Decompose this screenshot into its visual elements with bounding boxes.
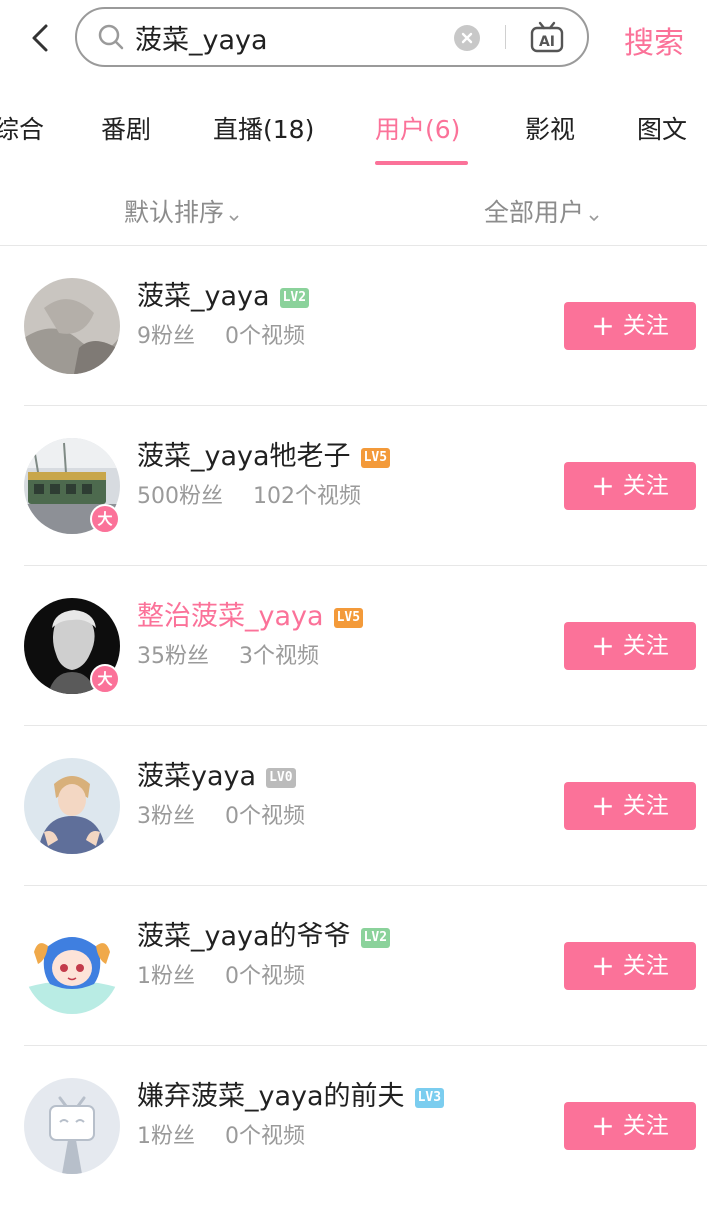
plus-icon: + (591, 469, 615, 502)
follow-label: 关注 (622, 953, 669, 979)
user-type-label: 全部用户 (484, 198, 585, 227)
avatar[interactable] (24, 1078, 120, 1174)
verified-badge: 大 (90, 664, 120, 694)
clear-icon[interactable] (454, 25, 480, 51)
list-item[interactable]: 菠菜yaya LV0 3粉丝 0个视频 + 关注 (0, 726, 707, 886)
user-stats: 500粉丝 102个视频 (137, 478, 361, 510)
fans-count: 500粉丝 (137, 484, 223, 509)
ai-label: AI (539, 34, 555, 50)
tab-all[interactable]: 综合 (0, 110, 44, 146)
follow-label: 关注 (622, 473, 669, 499)
follow-button[interactable]: + 关注 (564, 782, 696, 830)
user-name[interactable]: 菠菜yaya LV0 (137, 754, 296, 793)
video-count: 102个视频 (253, 484, 361, 509)
search-field[interactable]: AI (75, 7, 589, 67)
user-name-text: 整治菠菜_yaya (137, 601, 324, 632)
fans-count: 9粉丝 (137, 324, 195, 349)
chevron-down-icon (228, 200, 240, 229)
follow-button[interactable]: + 关注 (564, 1102, 696, 1150)
user-name-text: 菠菜yaya (137, 761, 257, 792)
follow-label: 关注 (622, 1113, 669, 1139)
avatar[interactable] (24, 278, 120, 374)
video-count: 3个视频 (239, 644, 319, 669)
fans-count: 1粉丝 (137, 964, 195, 989)
user-stats: 1粉丝 0个视频 (137, 958, 305, 990)
search-icon (97, 23, 125, 55)
fans-count: 3粉丝 (137, 804, 195, 829)
filter-bar: 默认排序 全部用户 (0, 185, 707, 245)
video-count: 0个视频 (225, 804, 305, 829)
fans-count: 1粉丝 (137, 1124, 195, 1149)
user-name-text: 菠菜_yaya (137, 281, 270, 312)
back-icon[interactable] (26, 18, 58, 58)
user-list: 菠菜_yaya LV2 9粉丝 0个视频 + 关注 大 菠菜_yaya牠老子 LV5 5… (0, 246, 707, 1206)
level-badge: LV2 (360, 927, 391, 948)
result-tabs: 综合 番剧 直播(18) 用户(6) 影视 图文 (0, 92, 707, 165)
follow-button[interactable]: + 关注 (564, 942, 696, 990)
search-button[interactable]: 搜索 (624, 18, 684, 62)
chevron-down-icon (588, 200, 600, 229)
list-item[interactable]: 菠菜_yaya的爷爷 LV2 1粉丝 0个视频 + 关注 (0, 886, 707, 1046)
active-tab-indicator (375, 161, 468, 165)
tab-article[interactable]: 图文 (637, 110, 687, 146)
user-name[interactable]: 菠菜_yaya的爷爷 LV2 (137, 914, 391, 953)
user-name[interactable]: 嫌弃菠菜_yaya的前夫 LV3 (137, 1074, 445, 1113)
fans-count: 35粉丝 (137, 644, 209, 669)
user-type-dropdown[interactable]: 全部用户 (484, 193, 600, 229)
user-name[interactable]: 菠菜_yaya LV2 (137, 274, 310, 313)
list-item[interactable]: 嫌弃菠菜_yaya的前夫 LV3 1粉丝 0个视频 + 关注 (0, 1046, 707, 1206)
search-input[interactable] (135, 17, 465, 57)
verified-badge: 大 (90, 504, 120, 534)
avatar[interactable] (24, 918, 120, 1014)
avatar[interactable] (24, 758, 120, 854)
user-stats: 35粉丝 3个视频 (137, 638, 319, 670)
user-name-text: 菠菜_yaya的爷爷 (137, 921, 351, 952)
list-item[interactable]: 大 整治菠菜_yaya LV5 35粉丝 3个视频 + 关注 (0, 566, 707, 726)
ai-search-button[interactable]: AI (529, 19, 565, 59)
tab-film[interactable]: 影视 (525, 110, 575, 146)
tab-live[interactable]: 直播(18) (213, 110, 314, 146)
tab-bangumi[interactable]: 番剧 (101, 110, 151, 146)
tab-users[interactable]: 用户(6) (375, 110, 460, 146)
video-count: 0个视频 (225, 1124, 305, 1149)
search-bar: AI 搜索 (0, 0, 707, 80)
user-name-text: 菠菜_yaya牠老子 (137, 441, 351, 472)
sort-label: 默认排序 (124, 198, 225, 227)
follow-label: 关注 (622, 793, 669, 819)
level-badge: LV5 (360, 447, 391, 468)
plus-icon: + (591, 629, 615, 662)
plus-icon: + (591, 949, 615, 982)
user-name-text: 嫌弃菠菜_yaya的前夫 (137, 1081, 405, 1112)
follow-button[interactable]: + 关注 (564, 622, 696, 670)
level-badge: LV5 (333, 607, 364, 628)
user-stats: 1粉丝 0个视频 (137, 1118, 305, 1150)
plus-icon: + (591, 789, 615, 822)
user-name[interactable]: 菠菜_yaya牠老子 LV5 (137, 434, 391, 473)
follow-label: 关注 (622, 313, 669, 339)
follow-label: 关注 (622, 633, 669, 659)
video-count: 0个视频 (225, 964, 305, 989)
level-badge: LV3 (414, 1087, 445, 1108)
plus-icon: + (591, 309, 615, 342)
plus-icon: + (591, 1109, 615, 1142)
sort-dropdown[interactable]: 默认排序 (124, 193, 240, 229)
user-stats: 3粉丝 0个视频 (137, 798, 305, 830)
video-count: 0个视频 (225, 324, 305, 349)
level-badge: LV2 (279, 287, 310, 308)
level-badge: LV0 (266, 767, 296, 788)
list-item[interactable]: 大 菠菜_yaya牠老子 LV5 500粉丝 102个视频 + 关注 (0, 406, 707, 566)
follow-button[interactable]: + 关注 (564, 302, 696, 350)
list-item[interactable]: 菠菜_yaya LV2 9粉丝 0个视频 + 关注 (0, 246, 707, 406)
follow-button[interactable]: + 关注 (564, 462, 696, 510)
divider (505, 25, 506, 49)
user-stats: 9粉丝 0个视频 (137, 318, 305, 350)
user-name[interactable]: 整治菠菜_yaya LV5 (137, 594, 364, 633)
